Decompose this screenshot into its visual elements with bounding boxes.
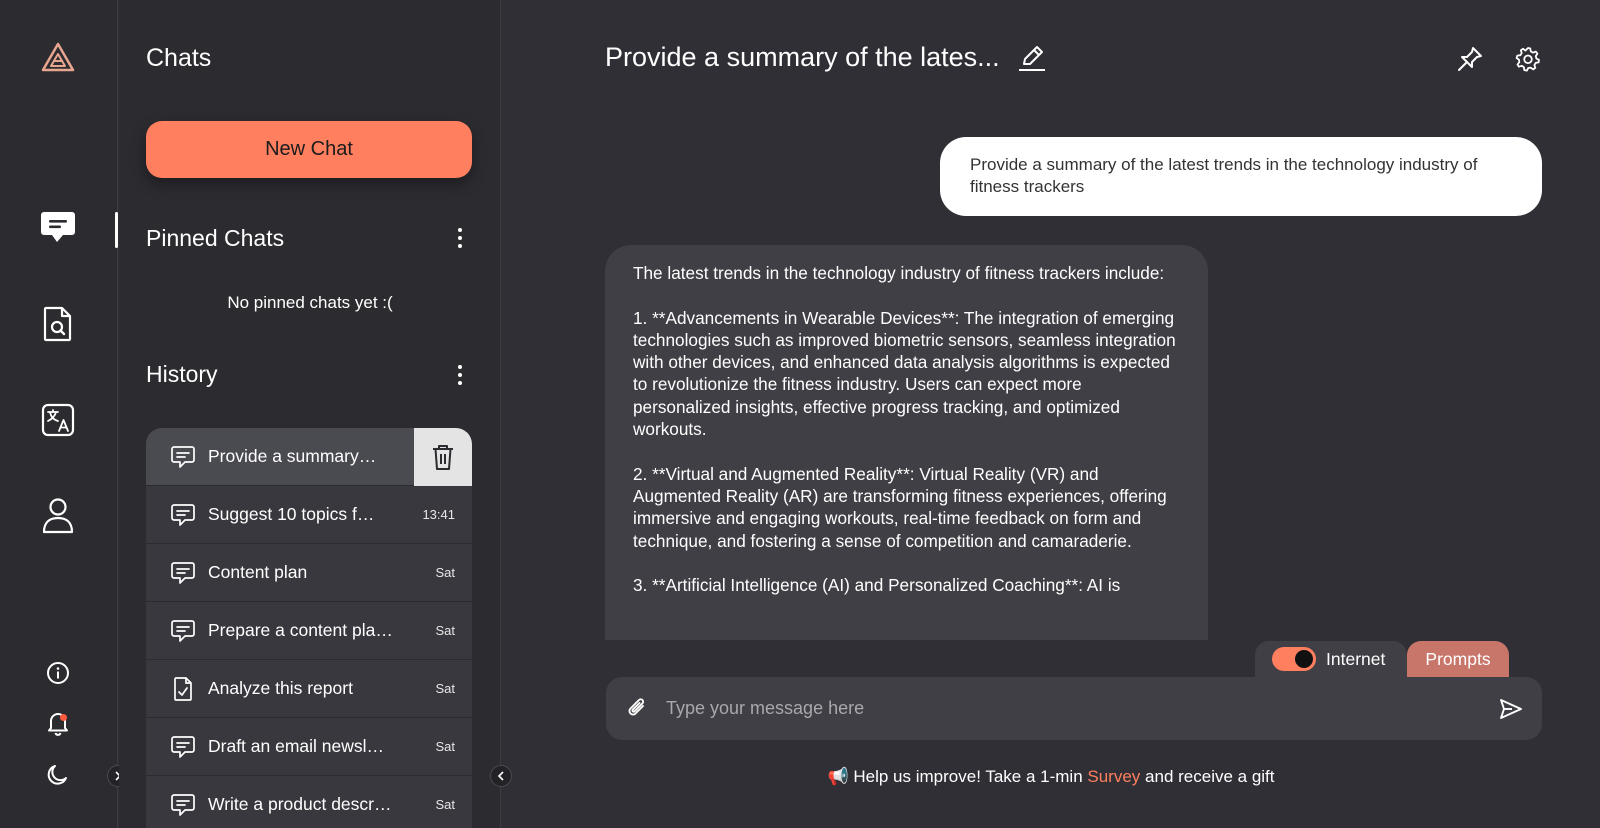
history-item[interactable]: Suggest 10 topics f… 13:41 bbox=[146, 486, 472, 544]
nav-chats-icon[interactable] bbox=[38, 207, 78, 247]
assistant-message-paragraph: 3. **Artificial Intelligence (AI) and Pe… bbox=[633, 575, 1121, 596]
history-item[interactable]: Write a product descr… Sat bbox=[146, 776, 472, 828]
history-item-time: 13:41 bbox=[422, 507, 455, 522]
user-message-bubble: Provide a summary of the latest trends i… bbox=[940, 137, 1542, 216]
chat-icon bbox=[170, 793, 196, 817]
history-title: History bbox=[146, 361, 218, 387]
message-composer bbox=[606, 677, 1542, 740]
prompts-tab[interactable]: Prompts bbox=[1407, 641, 1509, 677]
settings-button[interactable] bbox=[1513, 44, 1543, 74]
nav-translate-icon[interactable] bbox=[38, 400, 78, 440]
chat-icon bbox=[170, 735, 196, 759]
history-item-label: Prepare a content pla… bbox=[208, 620, 393, 640]
internet-label: Internet bbox=[1326, 648, 1386, 669]
sidebar-title: Chats bbox=[146, 44, 212, 72]
message-input[interactable] bbox=[666, 677, 1466, 740]
survey-prefix: Help us improve! Take a 1-min bbox=[853, 767, 1088, 786]
pin-chat-button[interactable] bbox=[1455, 44, 1485, 74]
dark-mode-moon-icon[interactable] bbox=[44, 761, 72, 789]
paperclip-attach-icon[interactable] bbox=[624, 695, 650, 721]
history-item-time: Sat bbox=[435, 681, 455, 696]
internet-toggle[interactable]: Internet bbox=[1255, 641, 1407, 677]
delete-chat-button[interactable] bbox=[414, 428, 472, 486]
pin-icon bbox=[1458, 47, 1482, 71]
survey-banner: 📢 Help us improve! Take a 1-min Survey a… bbox=[502, 767, 1600, 787]
history-item-label: Analyze this report bbox=[208, 678, 353, 698]
chat-main: Provide a summary of the lates... Provid… bbox=[502, 0, 1600, 828]
history-item-time: Sat bbox=[435, 565, 455, 580]
history-item-label: Draft an email newsl… bbox=[208, 736, 385, 756]
history-item-label: Suggest 10 topics f… bbox=[208, 504, 375, 524]
notifications-bell-icon[interactable] bbox=[44, 709, 72, 737]
assistant-message-bubble: The latest trends in the technology indu… bbox=[605, 245, 1208, 640]
history-item-time: Sat bbox=[435, 797, 455, 812]
history-item[interactable]: Analyze this report Sat bbox=[146, 660, 472, 718]
nav-document-search-icon[interactable] bbox=[38, 304, 78, 344]
megaphone-icon: 📢 bbox=[827, 767, 849, 786]
chat-icon bbox=[170, 445, 196, 469]
history-item-time: Sat bbox=[435, 623, 455, 638]
assistant-message-paragraph: The latest trends in the technology indu… bbox=[633, 263, 1165, 283]
send-icon[interactable] bbox=[1498, 696, 1524, 722]
history-item-label: Provide a summary… bbox=[208, 446, 377, 466]
chat-icon bbox=[170, 503, 196, 527]
pinned-empty-text: No pinned chats yet :( bbox=[227, 293, 393, 312]
chat-title: Provide a summary of the lates... bbox=[605, 42, 1000, 72]
history-item-label: Write a product descr… bbox=[208, 794, 392, 814]
assistant-message-paragraph: 2. **Virtual and Augmented Reality**: Vi… bbox=[633, 463, 1167, 551]
new-chat-button[interactable]: New Chat bbox=[146, 121, 472, 178]
history-item[interactable]: Content plan Sat bbox=[146, 544, 472, 602]
info-icon[interactable] bbox=[44, 659, 72, 687]
history-item[interactable]: Provide a summary… bbox=[146, 428, 472, 486]
history-item[interactable]: Prepare a content pla… Sat bbox=[146, 602, 472, 660]
app-logo-icon[interactable] bbox=[41, 42, 75, 72]
edit-title-pencil-icon[interactable] bbox=[1017, 43, 1047, 73]
chat-icon bbox=[170, 561, 196, 585]
notification-dot bbox=[60, 714, 67, 721]
trash-icon bbox=[433, 445, 453, 470]
internet-switch[interactable] bbox=[1272, 647, 1316, 671]
pinned-chats-title: Pinned Chats bbox=[146, 225, 285, 251]
composer-tabs: Internet Prompts bbox=[1255, 641, 1509, 677]
survey-link[interactable]: Survey bbox=[1087, 767, 1140, 786]
history-item[interactable]: Draft an email newsl… Sat bbox=[146, 718, 472, 776]
history-list: Provide a summary… Suggest 10 topics f… 13… bbox=[146, 428, 472, 828]
chat-icon bbox=[170, 619, 196, 643]
pinned-chats-menu-icon[interactable] bbox=[450, 224, 470, 252]
active-indicator bbox=[115, 212, 118, 248]
history-item-label: Content plan bbox=[208, 562, 308, 582]
chats-sidebar: Chats New Chat Pinned Chats No pinned ch… bbox=[119, 0, 501, 828]
survey-suffix: and receive a gift bbox=[1140, 767, 1275, 786]
history-item-time: Sat bbox=[435, 739, 455, 754]
nav-profile-icon[interactable] bbox=[38, 496, 78, 536]
document-check-icon bbox=[170, 677, 196, 701]
gear-icon bbox=[1515, 47, 1540, 72]
assistant-message-paragraph: 1. **Advancements in Wearable Devices**:… bbox=[633, 307, 1176, 440]
nav-rail bbox=[0, 0, 129, 828]
history-menu-icon[interactable] bbox=[450, 361, 470, 389]
